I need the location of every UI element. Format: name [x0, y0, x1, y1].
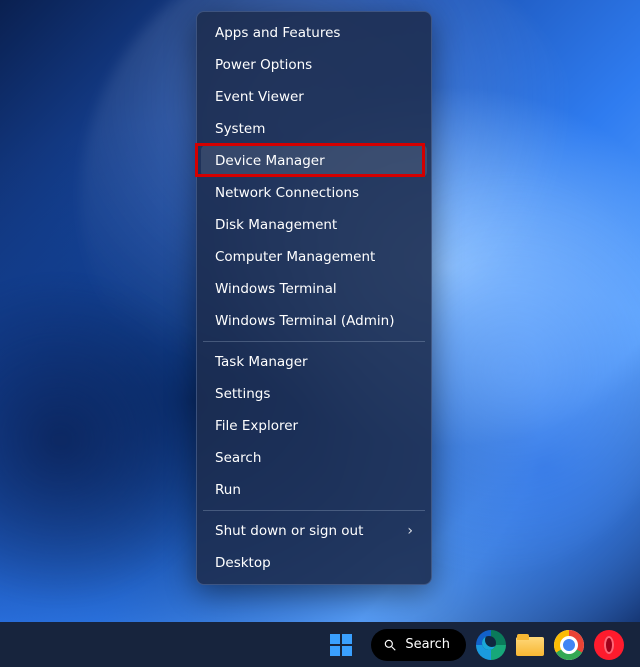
- menu-item-network-connections[interactable]: Network Connections: [201, 177, 427, 209]
- menu-item-label: Windows Terminal: [215, 281, 337, 297]
- menu-item-settings[interactable]: Settings: [201, 378, 427, 410]
- menu-item-label: Computer Management: [215, 249, 375, 265]
- menu-item-label: Task Manager: [215, 354, 308, 370]
- start-button[interactable]: [321, 625, 361, 665]
- menu-item-apps-features[interactable]: Apps and Features: [201, 17, 427, 49]
- file-explorer-button[interactable]: [516, 625, 544, 665]
- folder-icon: [516, 634, 544, 656]
- opera-browser-button[interactable]: [594, 625, 624, 665]
- menu-item-power-options[interactable]: Power Options: [201, 49, 427, 81]
- desktop-wallpaper: Apps and Features Power Options Event View…: [0, 0, 640, 667]
- menu-item-windows-terminal-admin[interactable]: Windows Terminal (Admin): [201, 305, 427, 337]
- menu-item-label: Shut down or sign out: [215, 523, 363, 539]
- winx-context-menu: Apps and Features Power Options Event View…: [196, 11, 432, 585]
- windows-logo-icon: [330, 634, 352, 656]
- menu-item-run[interactable]: Run: [201, 474, 427, 506]
- menu-separator: [203, 341, 425, 342]
- menu-item-label: System: [215, 121, 265, 137]
- menu-item-label: Device Manager: [215, 153, 325, 169]
- menu-item-label: Disk Management: [215, 217, 337, 233]
- menu-item-windows-terminal[interactable]: Windows Terminal: [201, 273, 427, 305]
- menu-item-shut-down[interactable]: Shut down or sign out ›: [201, 515, 427, 547]
- chevron-right-icon: ›: [407, 523, 413, 539]
- chrome-icon: [554, 630, 584, 660]
- menu-item-label: Run: [215, 482, 241, 498]
- menu-item-device-manager[interactable]: Device Manager: [201, 145, 427, 177]
- menu-item-label: Desktop: [215, 555, 271, 571]
- search-icon: [383, 638, 397, 652]
- edge-icon: [476, 630, 506, 660]
- menu-item-label: Settings: [215, 386, 270, 402]
- menu-item-system[interactable]: System: [201, 113, 427, 145]
- menu-item-computer-management[interactable]: Computer Management: [201, 241, 427, 273]
- taskbar: Search: [0, 622, 640, 667]
- menu-item-search[interactable]: Search: [201, 442, 427, 474]
- menu-item-label: Network Connections: [215, 185, 359, 201]
- chrome-browser-button[interactable]: [554, 625, 584, 665]
- menu-item-label: Windows Terminal (Admin): [215, 313, 394, 329]
- menu-item-file-explorer[interactable]: File Explorer: [201, 410, 427, 442]
- menu-item-event-viewer[interactable]: Event Viewer: [201, 81, 427, 113]
- opera-icon: [594, 630, 624, 660]
- menu-item-desktop[interactable]: Desktop: [201, 547, 427, 579]
- menu-item-label: Event Viewer: [215, 89, 304, 105]
- menu-item-label: Power Options: [215, 57, 312, 73]
- search-label: Search: [405, 637, 450, 652]
- menu-item-label: Apps and Features: [215, 25, 340, 41]
- menu-item-task-manager[interactable]: Task Manager: [201, 346, 427, 378]
- edge-browser-button[interactable]: [476, 625, 506, 665]
- menu-separator: [203, 510, 425, 511]
- menu-item-label: File Explorer: [215, 418, 298, 434]
- search-button[interactable]: Search: [371, 625, 466, 665]
- menu-item-label: Search: [215, 450, 261, 466]
- menu-item-disk-management[interactable]: Disk Management: [201, 209, 427, 241]
